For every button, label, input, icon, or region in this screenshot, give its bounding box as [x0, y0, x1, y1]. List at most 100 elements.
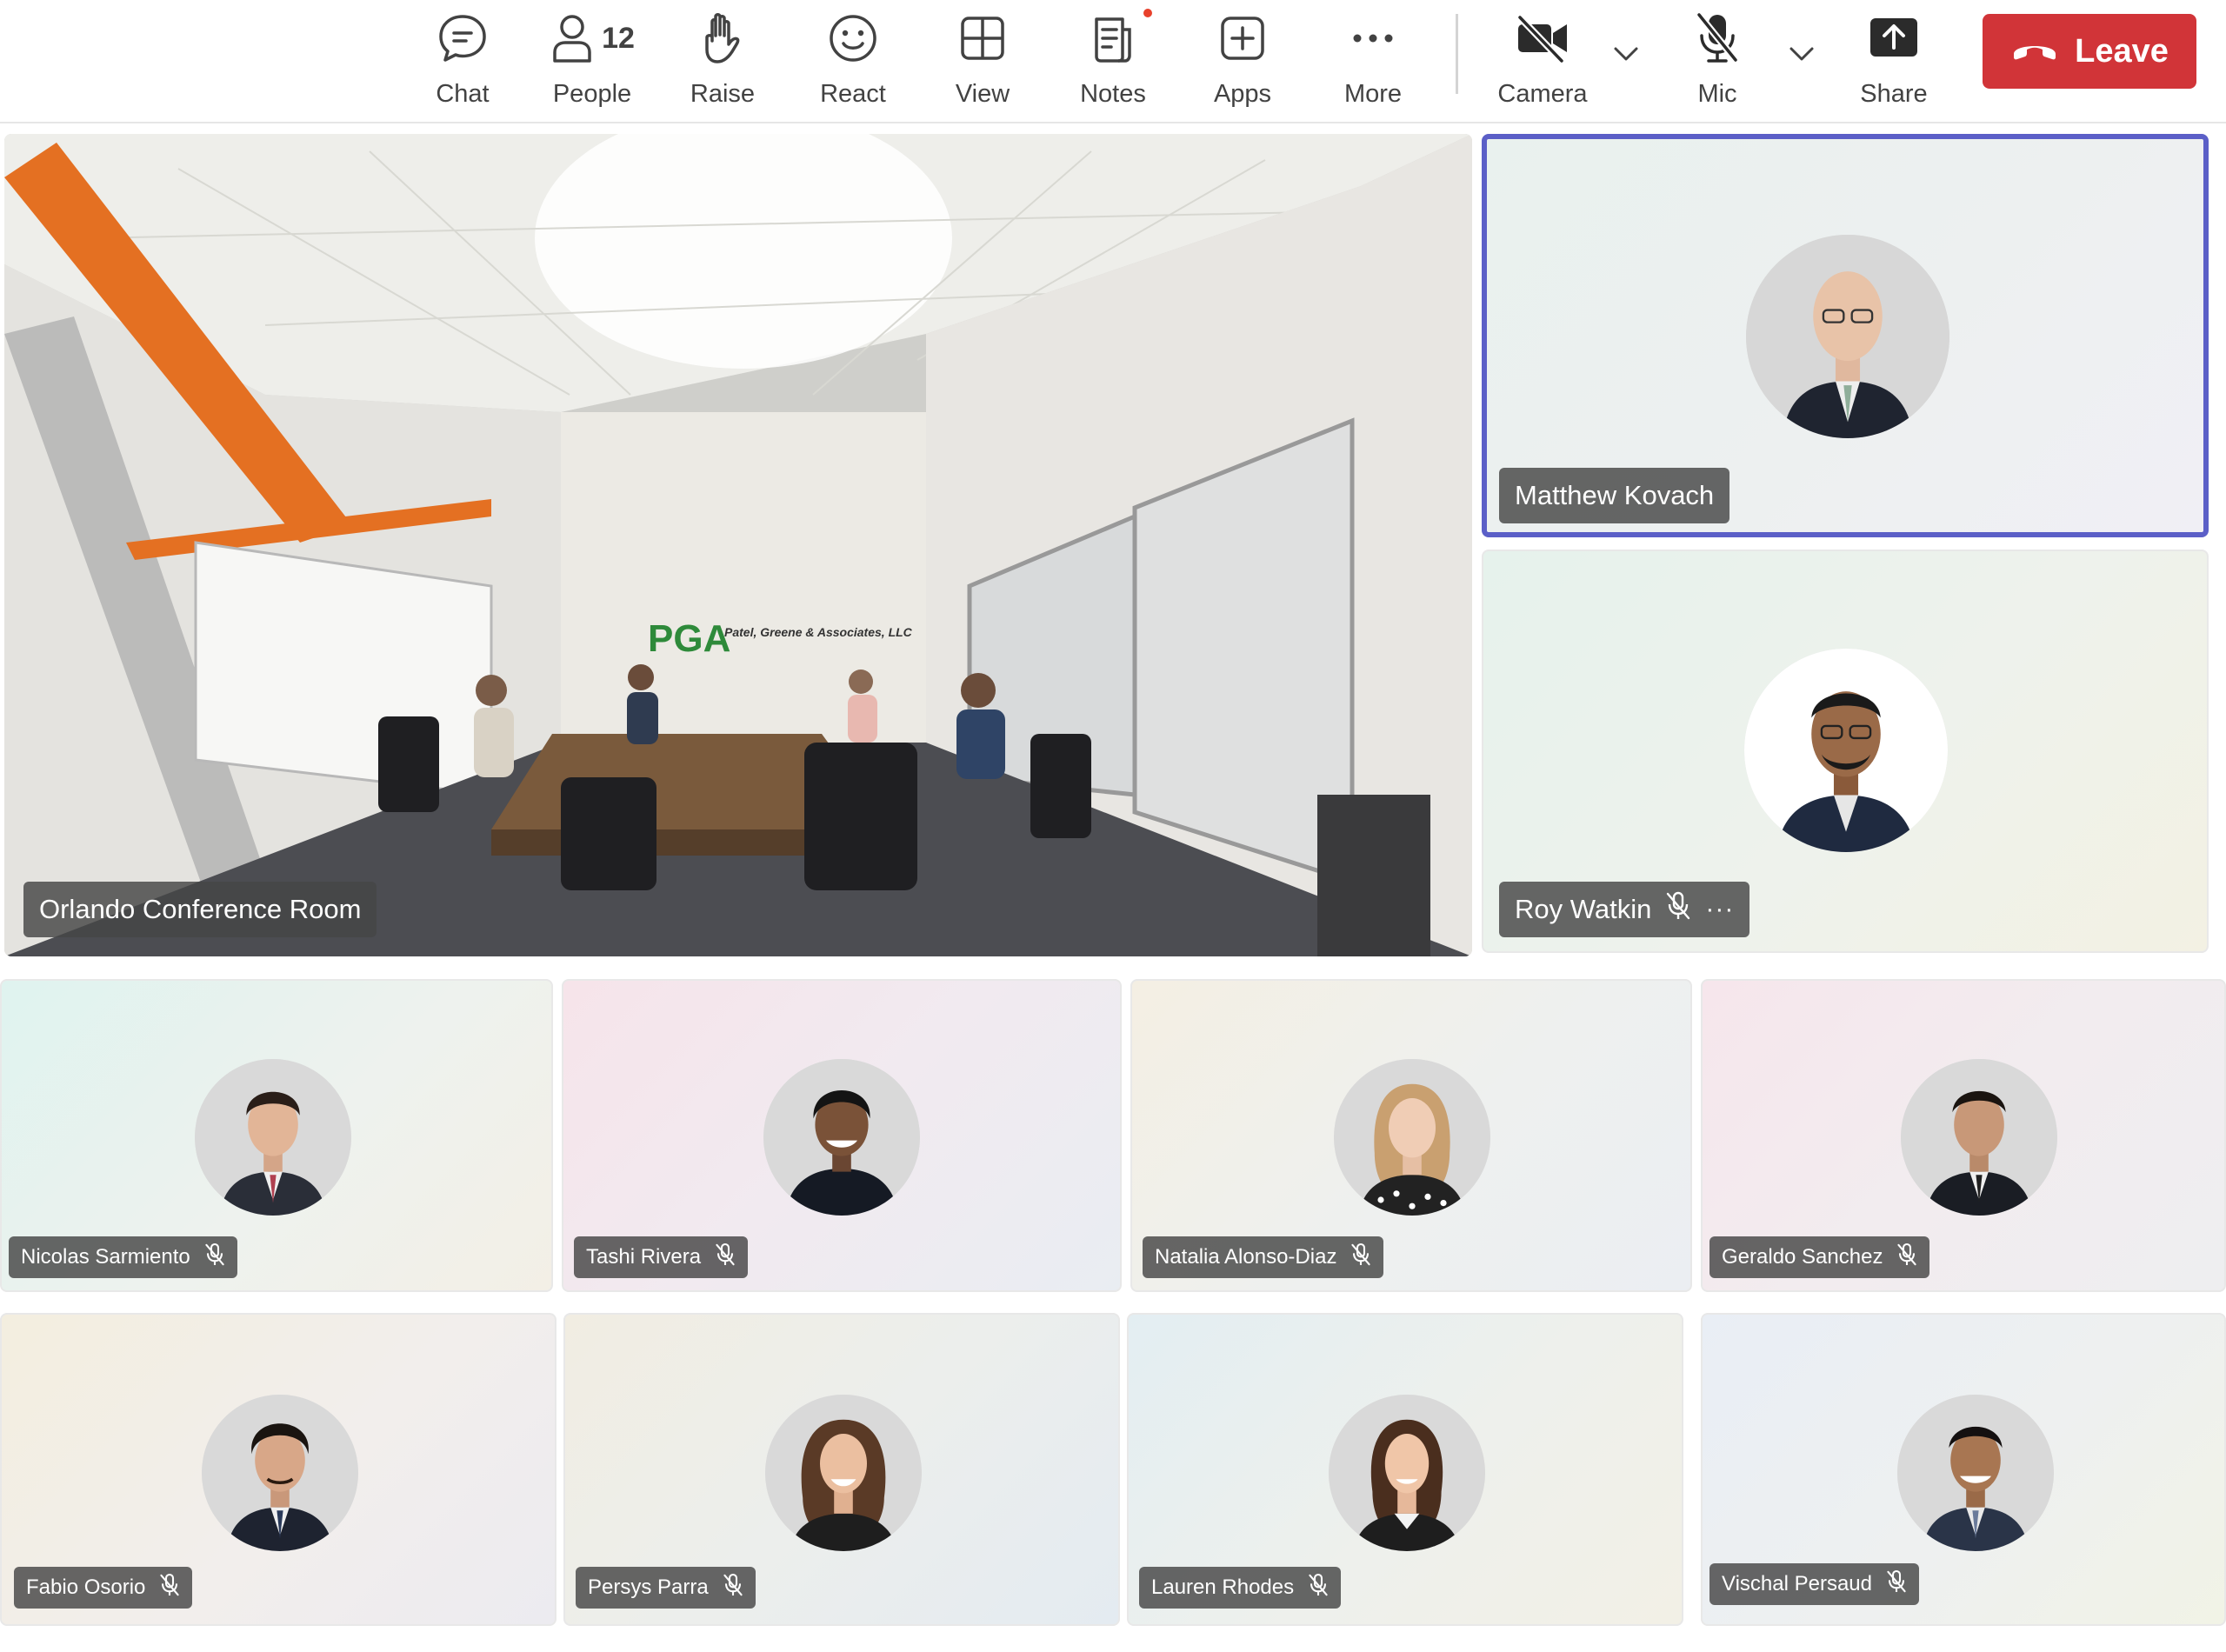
participant-name-tag: Lauren Rhodes	[1139, 1567, 1342, 1609]
leave-label: Leave	[2075, 32, 2169, 70]
more-button[interactable]: More	[1334, 0, 1412, 122]
participant-name-tag: Geraldo Sanchez	[1709, 1236, 1930, 1278]
participant-name: Natalia Alonso-Diaz	[1155, 1245, 1337, 1269]
people-button[interactable]: 12 People	[543, 0, 641, 122]
camera-off-icon	[1515, 14, 1570, 63]
participant-tile[interactable]: Fabio Osorio	[0, 1313, 556, 1626]
avatar	[1744, 649, 1948, 852]
chat-label: Chat	[436, 80, 490, 108]
participant-tile[interactable]: Lauren Rhodes	[1127, 1313, 1683, 1626]
participant-name: Nicolas Sarmiento	[21, 1245, 190, 1269]
participant-tile[interactable]: Natalia Alonso-Diaz	[1130, 979, 1692, 1292]
mic-off-icon	[1896, 1242, 1917, 1273]
mic-off-icon	[204, 1242, 225, 1273]
people-icon	[550, 12, 598, 64]
raise-hand-icon	[698, 11, 747, 65]
notification-dot	[1142, 7, 1154, 19]
participant-tile[interactable]: Nicolas Sarmiento	[0, 979, 553, 1292]
mic-off-icon	[1886, 1569, 1907, 1600]
conference-room-video: PGA Patel, Greene & Associates, LLC	[4, 134, 1472, 956]
avatar	[763, 1059, 920, 1216]
ellipsis-icon	[1352, 30, 1394, 47]
participant-name: Matthew Kovach	[1515, 480, 1715, 510]
participant-name-tag: Matthew Kovach	[1499, 468, 1730, 523]
chat-icon	[437, 12, 489, 64]
smiley-icon	[828, 13, 878, 63]
mic-off-icon	[1308, 1573, 1329, 1603]
mic-off-icon	[1665, 891, 1691, 928]
participant-tile-featured[interactable]: Matthew Kovach	[1482, 134, 2209, 537]
participant-tile-featured[interactable]: Roy Watkin ···	[1482, 550, 2209, 953]
participant-name-tag: Natalia Alonso-Diaz	[1143, 1236, 1384, 1278]
participant-name: Fabio Osorio	[26, 1575, 146, 1599]
participant-tile[interactable]: Vischal Persaud	[1701, 1313, 2226, 1626]
view-label: View	[955, 80, 1010, 108]
room-logo-mark: PGA	[648, 617, 730, 660]
react-button[interactable]: React	[814, 0, 892, 122]
avatar	[195, 1059, 351, 1216]
mic-off-icon	[1694, 11, 1741, 65]
raise-hand-button[interactable]: Raise	[683, 0, 762, 122]
ellipsis-icon[interactable]: ···	[1705, 895, 1734, 924]
chevron-down-icon	[1613, 46, 1639, 66]
react-label: React	[820, 80, 886, 108]
room-name: Orlando Conference Room	[39, 894, 362, 924]
chevron-down-icon	[1789, 46, 1815, 66]
room-video-tile[interactable]: PGA Patel, Greene & Associates, LLC Orla…	[4, 134, 1472, 956]
share-label: Share	[1860, 80, 1928, 108]
participant-name-tag: Vischal Persaud	[1709, 1563, 1919, 1605]
people-label: People	[552, 80, 632, 108]
avatar	[1329, 1395, 1485, 1551]
camera-label: Camera	[1497, 80, 1588, 108]
participant-name-tag: Fabio Osorio	[14, 1567, 193, 1609]
avatar	[1897, 1395, 2054, 1551]
mic-options-button[interactable]	[1784, 38, 1819, 73]
avatar	[202, 1395, 358, 1551]
apps-button[interactable]: Apps	[1203, 0, 1282, 122]
phone-hangup-icon	[2010, 37, 2059, 67]
mic-off-icon	[1350, 1242, 1371, 1273]
avatar	[765, 1395, 922, 1551]
mic-button[interactable]: Mic	[1678, 0, 1756, 122]
participant-name: Vischal Persaud	[1722, 1572, 1872, 1595]
camera-button[interactable]: Camera	[1489, 0, 1596, 122]
chat-button[interactable]: Chat	[426, 0, 499, 122]
share-icon	[1869, 17, 1919, 60]
notes-icon	[1090, 12, 1136, 64]
room-logo-text: Patel, Greene & Associates, LLC	[724, 625, 913, 639]
participant-tile[interactable]: Tashi Rivera	[562, 979, 1122, 1292]
mic-off-icon	[715, 1242, 736, 1273]
participant-name: Lauren Rhodes	[1151, 1575, 1295, 1599]
participant-name: Roy Watkin	[1515, 894, 1652, 924]
participant-name-tag: Tashi Rivera	[574, 1236, 749, 1278]
meeting-toolbar: Chat 12 People Raise React View Notes Ap…	[0, 0, 2226, 123]
mic-label: Mic	[1697, 80, 1737, 108]
participant-tile[interactable]: Persys Parra	[563, 1313, 1120, 1626]
participant-name-tag: Persys Parra	[576, 1567, 756, 1609]
camera-options-button[interactable]	[1609, 38, 1643, 73]
grid-icon	[959, 15, 1006, 62]
participant-name: Persys Parra	[588, 1575, 709, 1599]
apps-label: Apps	[1213, 80, 1272, 108]
mic-off-icon	[723, 1573, 743, 1603]
view-button[interactable]: View	[943, 0, 1022, 122]
participant-name-tag: Roy Watkin ···	[1499, 882, 1750, 937]
leave-button[interactable]: Leave	[1983, 14, 2196, 89]
participant-name: Geraldo Sanchez	[1722, 1245, 1883, 1269]
room-name-tag: Orlando Conference Room	[23, 882, 377, 937]
add-square-icon	[1219, 15, 1266, 62]
avatar	[1901, 1059, 2057, 1216]
more-label: More	[1343, 80, 1403, 108]
share-button[interactable]: Share	[1852, 0, 1936, 122]
toolbar-divider	[1456, 14, 1458, 94]
avatar	[1334, 1059, 1490, 1216]
raise-label: Raise	[690, 80, 756, 108]
participant-count: 12	[602, 21, 635, 55]
notes-label: Notes	[1080, 80, 1146, 108]
mic-off-icon	[159, 1573, 180, 1603]
participant-tile[interactable]: Geraldo Sanchez	[1701, 979, 2226, 1292]
notes-button[interactable]: Notes	[1071, 0, 1155, 122]
avatar	[1746, 235, 1949, 438]
participant-name-tag: Nicolas Sarmiento	[9, 1236, 237, 1278]
participant-name: Tashi Rivera	[586, 1245, 702, 1269]
